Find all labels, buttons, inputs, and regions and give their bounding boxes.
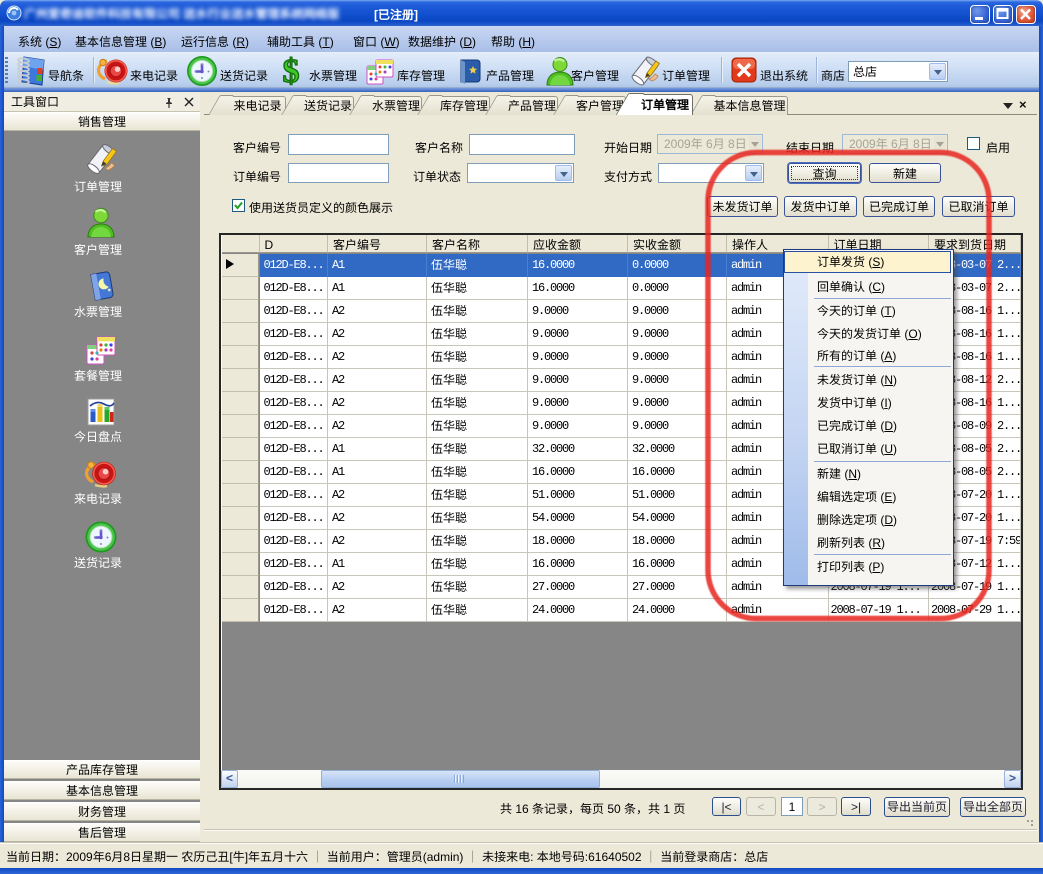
svg-text:$: $ [283,53,300,87]
